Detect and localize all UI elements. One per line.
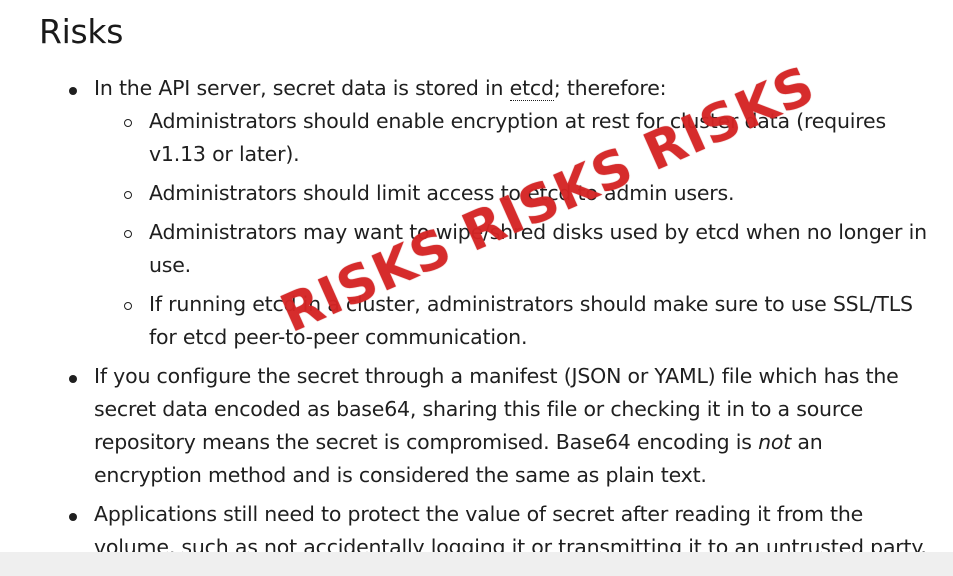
page-title: Risks	[39, 12, 124, 51]
document-page: Risks In the API server, secret data is …	[0, 0, 953, 552]
sub-list-item: Administrators may want to wipe/shred di…	[94, 216, 936, 282]
sub-list-item: If running etcd in a cluster, administra…	[94, 288, 936, 354]
risks-list: In the API server, secret data is stored…	[66, 72, 936, 552]
list-item-applications: Applications still need to protect the v…	[66, 498, 936, 552]
list-item-api-server: In the API server, secret data is stored…	[66, 72, 936, 354]
sub-list: Administrators should enable encryption …	[94, 105, 936, 354]
sub-list-item: Administrators should limit access to et…	[94, 177, 936, 210]
etcd-abbreviation[interactable]: etcd	[509, 76, 554, 101]
list-item-manifest: If you configure the secret through a ma…	[66, 360, 936, 492]
list-item-text: ; therefore:	[553, 76, 667, 100]
list-item-text: In the API server, secret data is stored…	[94, 76, 510, 100]
emphasis-not: not	[758, 430, 792, 454]
sub-list-item: Administrators should enable encryption …	[94, 105, 936, 171]
